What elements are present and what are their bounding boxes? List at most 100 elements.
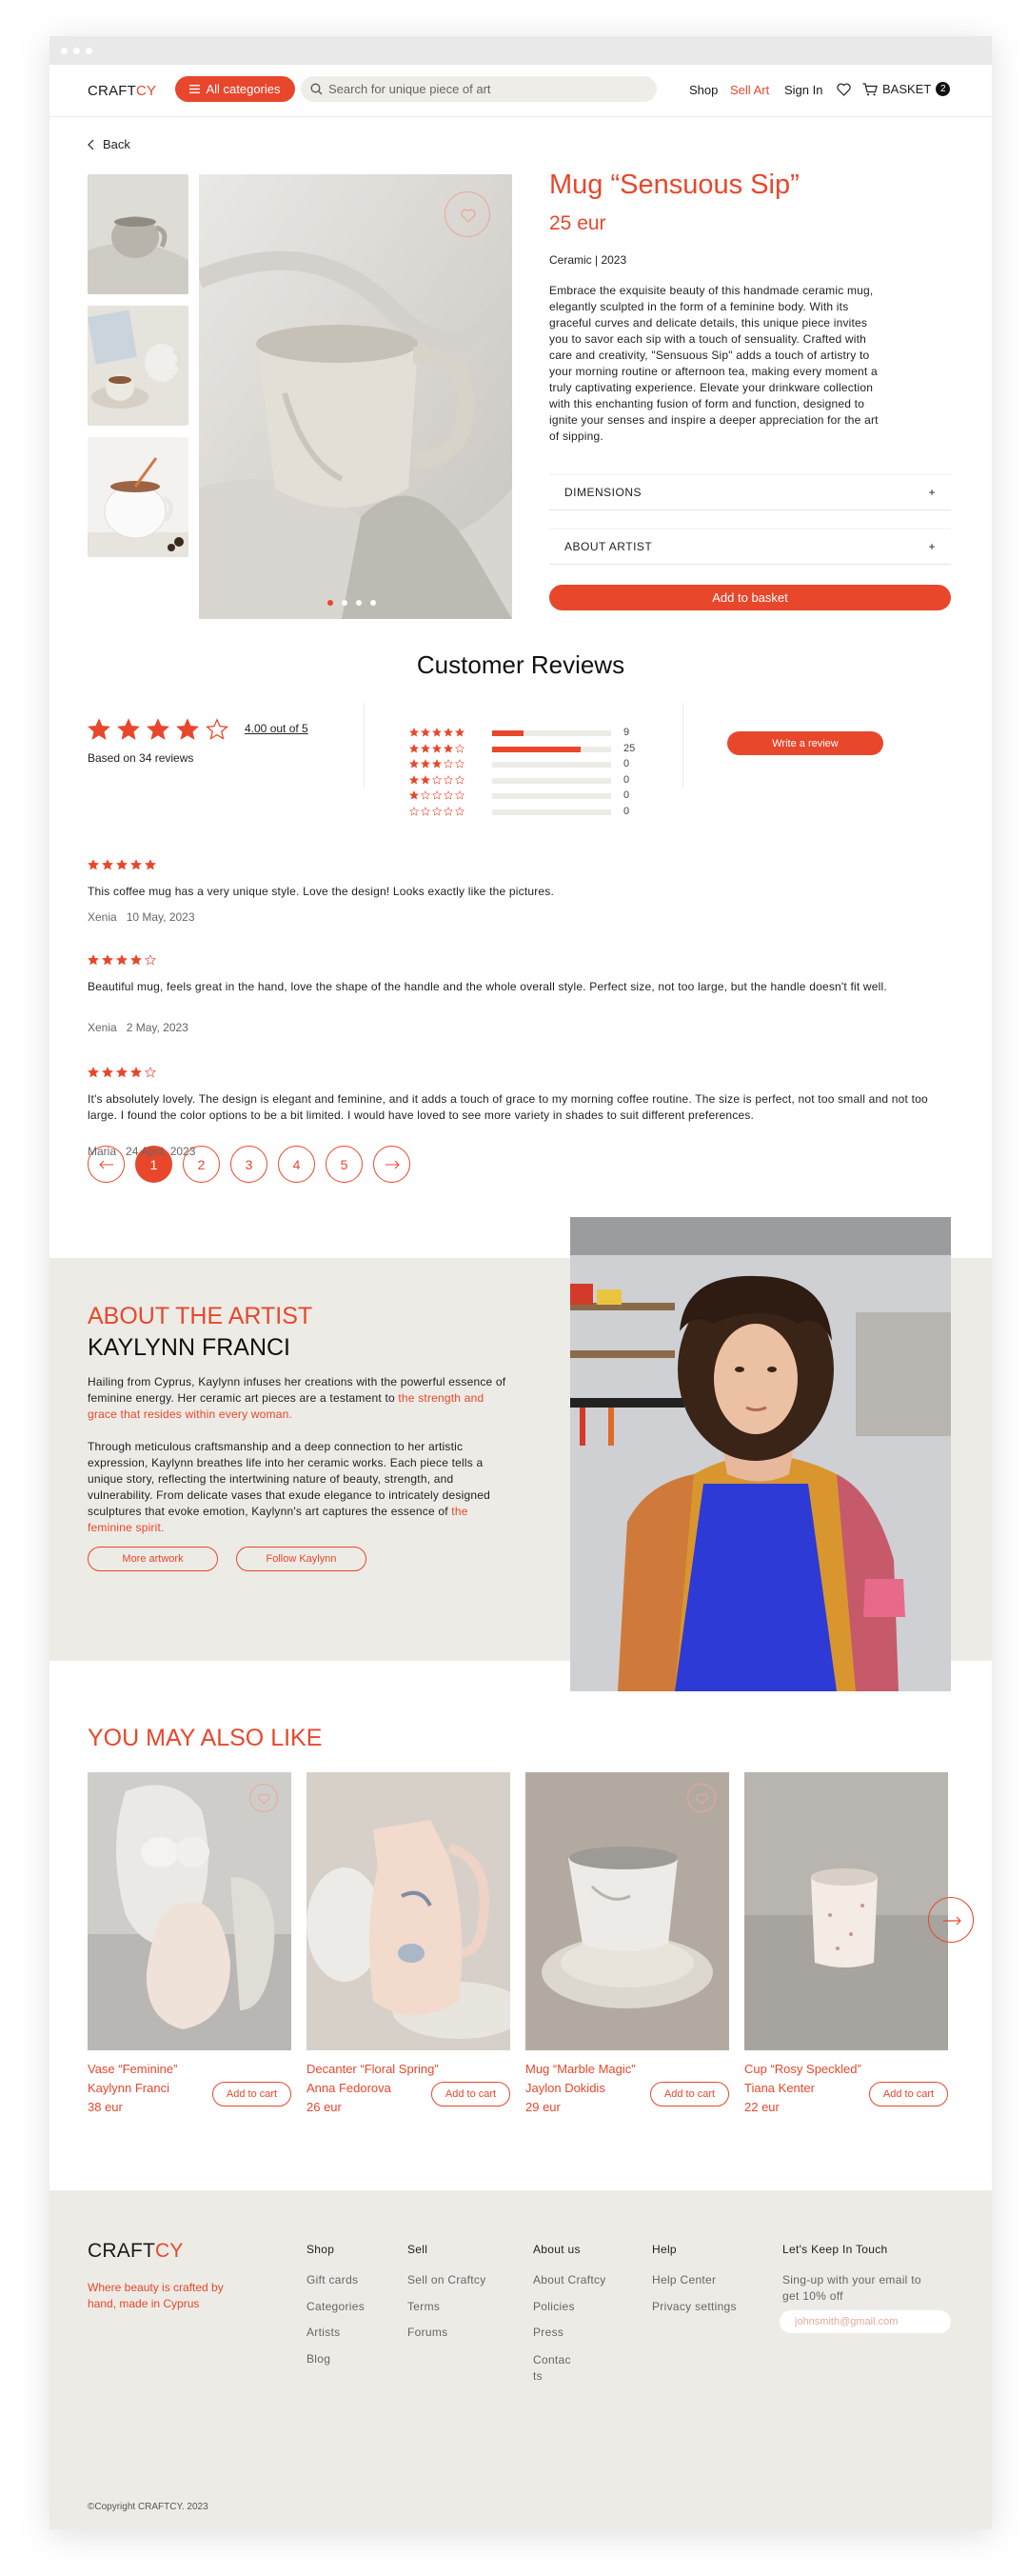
basket-count-badge: 2 bbox=[936, 82, 951, 96]
favorite-button[interactable] bbox=[445, 191, 490, 237]
product-card-image[interactable] bbox=[744, 1772, 948, 2050]
artist-bio-text: Through meticulous craftsmanship and a d… bbox=[88, 1440, 490, 1518]
artist-bio-2: Through meticulous craftsmanship and a d… bbox=[88, 1439, 506, 1536]
add-to-cart-button[interactable]: Add to cart bbox=[869, 2082, 948, 2107]
plus-icon: + bbox=[928, 540, 936, 553]
distribution-bar bbox=[492, 746, 611, 752]
logo[interactable]: CRAFTCY bbox=[88, 83, 156, 99]
product-card-image[interactable] bbox=[525, 1772, 729, 2050]
distribution-bar bbox=[492, 730, 611, 736]
basket-button[interactable]: BASKET 2 bbox=[862, 82, 951, 96]
search-bar[interactable] bbox=[301, 76, 657, 102]
arrow-right-icon bbox=[385, 1160, 400, 1169]
footer-link[interactable]: Privacy settings bbox=[652, 2300, 737, 2313]
product-main-image[interactable] bbox=[199, 174, 512, 619]
write-review-button[interactable]: Write a review bbox=[727, 731, 883, 755]
product-card-title[interactable]: Cup “Rosy Speckled” bbox=[744, 2062, 861, 2076]
distribution-stars[interactable] bbox=[409, 774, 465, 785]
thumbnail-2[interactable] bbox=[88, 306, 188, 426]
search-input[interactable] bbox=[328, 82, 642, 96]
product-meta: Ceramic | 2023 bbox=[549, 253, 627, 267]
carousel-dot[interactable] bbox=[342, 600, 347, 606]
star-filled-icon bbox=[130, 1067, 142, 1078]
star-filled-icon bbox=[409, 774, 419, 785]
distribution-bar bbox=[492, 809, 611, 815]
all-categories-button[interactable]: All categories bbox=[175, 76, 295, 102]
footer-link[interactable]: Contacts bbox=[533, 2352, 571, 2385]
accordion-dimensions[interactable]: DIMENSIONS + bbox=[549, 474, 951, 510]
next-page-button[interactable] bbox=[373, 1146, 410, 1183]
footer-link[interactable]: Categories bbox=[306, 2300, 365, 2313]
review-author: Xenia bbox=[88, 1021, 117, 1034]
star-filled-icon bbox=[421, 728, 430, 737]
add-to-basket-button[interactable]: Add to basket bbox=[549, 585, 951, 610]
carousel-next-button[interactable] bbox=[928, 1897, 974, 1943]
copyright: ©Copyright CRAFTCY. 2023 bbox=[88, 2502, 208, 2512]
carousel-dot[interactable] bbox=[356, 600, 362, 606]
footer-link[interactable]: Forums bbox=[407, 2326, 447, 2339]
product-card-title[interactable]: Mug “Marble Magic” bbox=[525, 2062, 636, 2076]
nav-sign-in[interactable]: Sign In bbox=[784, 83, 822, 97]
page-4-button[interactable]: 4 bbox=[278, 1146, 315, 1183]
product-price: 25 eur bbox=[549, 212, 606, 234]
star-filled-icon bbox=[432, 743, 442, 753]
footer-link[interactable]: Terms bbox=[407, 2300, 440, 2313]
review-stars bbox=[88, 859, 156, 870]
footer-link[interactable]: Sell on Craftcy bbox=[407, 2273, 486, 2286]
heart-icon[interactable] bbox=[837, 83, 851, 96]
footer-link[interactable]: Blog bbox=[306, 2352, 330, 2366]
more-artwork-button[interactable]: More artwork bbox=[88, 1547, 218, 1571]
favorite-button[interactable] bbox=[249, 1784, 278, 1812]
distribution-stars[interactable] bbox=[409, 759, 465, 769]
distribution-stars[interactable] bbox=[409, 806, 465, 816]
thumbnail-3[interactable] bbox=[88, 437, 188, 557]
carousel-dot[interactable] bbox=[370, 600, 376, 606]
footer-logo[interactable]: CRAFTCY bbox=[88, 2240, 184, 2263]
star-empty-icon bbox=[432, 806, 442, 816]
star-filled-icon bbox=[88, 954, 99, 966]
add-to-cart-button[interactable]: Add to cart bbox=[650, 2082, 729, 2107]
newsletter-title: Let's Keep In Touch bbox=[782, 2243, 888, 2256]
accordion-about-artist[interactable]: ABOUT ARTIST + bbox=[549, 529, 951, 565]
distribution-count: 0 bbox=[623, 758, 630, 769]
thumbnail-1[interactable] bbox=[88, 174, 188, 294]
product-card-artist: Kaylynn Franci bbox=[88, 2081, 169, 2095]
page-3-button[interactable]: 3 bbox=[230, 1146, 267, 1183]
cart-icon bbox=[862, 82, 878, 96]
distribution-stars[interactable] bbox=[409, 743, 465, 753]
arrow-left-icon bbox=[98, 1160, 114, 1169]
browser-window: CRAFTCY All categories Shop Sell Art Sig… bbox=[49, 36, 992, 2529]
nav-sell-art[interactable]: Sell Art bbox=[730, 83, 769, 97]
back-link[interactable]: Back bbox=[88, 137, 130, 151]
distribution-stars[interactable] bbox=[409, 790, 465, 800]
review-author: Xenia bbox=[88, 910, 117, 924]
add-to-cart-button[interactable]: Add to cart bbox=[212, 2082, 291, 2107]
page-5-button[interactable]: 5 bbox=[326, 1146, 363, 1183]
add-to-cart-button[interactable]: Add to cart bbox=[431, 2082, 510, 2107]
footer-link[interactable]: Gift cards bbox=[306, 2273, 358, 2286]
footer-link[interactable]: Artists bbox=[306, 2326, 340, 2339]
distribution-stars[interactable] bbox=[409, 728, 465, 737]
logo-main: CRAFT bbox=[88, 83, 136, 99]
distribution-bar bbox=[492, 793, 611, 799]
carousel-dot-active[interactable] bbox=[327, 600, 333, 606]
also-like-heading: YOU MAY ALSO LIKE bbox=[88, 1725, 323, 1751]
product-card-title[interactable]: Vase “Feminine” bbox=[88, 2062, 177, 2076]
product-card-title[interactable]: Decanter “Floral Spring” bbox=[306, 2062, 439, 2076]
product-card-image[interactable] bbox=[88, 1772, 291, 2050]
newsletter-email-input[interactable] bbox=[780, 2310, 951, 2333]
logo-accent: CY bbox=[136, 83, 157, 99]
product-card-price: 22 eur bbox=[744, 2100, 780, 2114]
footer-link[interactable]: Policies bbox=[533, 2300, 575, 2313]
logo-main: CRAFT bbox=[88, 2240, 155, 2262]
favorite-button[interactable] bbox=[687, 1784, 716, 1812]
product-card-image[interactable] bbox=[306, 1772, 510, 2050]
footer-link[interactable]: Help Center bbox=[652, 2273, 716, 2286]
footer-link[interactable]: About Craftcy bbox=[533, 2273, 606, 2286]
star-empty-icon bbox=[455, 790, 465, 800]
average-rating-text[interactable]: 4.00 out of 5 bbox=[245, 722, 308, 735]
star-filled-icon bbox=[117, 718, 140, 741]
footer-link[interactable]: Press bbox=[533, 2326, 563, 2339]
follow-artist-button[interactable]: Follow Kaylynn bbox=[236, 1547, 366, 1571]
nav-shop[interactable]: Shop bbox=[689, 83, 718, 97]
